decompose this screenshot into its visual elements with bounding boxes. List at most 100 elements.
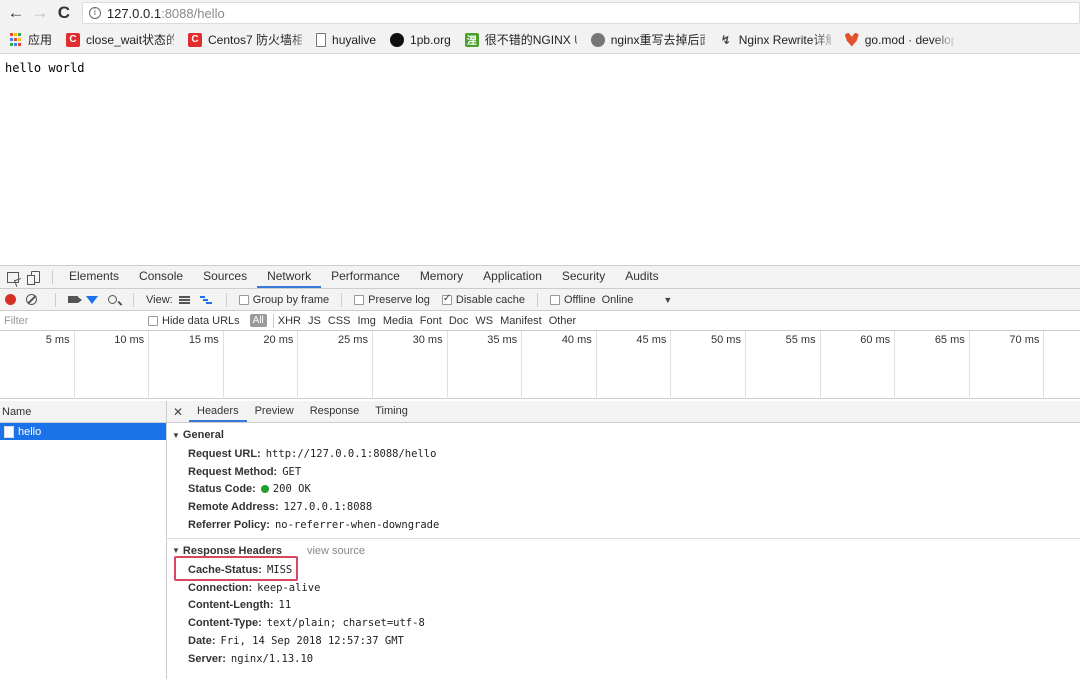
- rewrite-icon: ↯: [720, 32, 731, 47]
- device-icon: [26, 271, 40, 285]
- arrow-left-icon: ←: [7, 3, 25, 22]
- tab-application[interactable]: Application: [473, 266, 552, 288]
- tab-console[interactable]: Console: [129, 266, 193, 288]
- page-viewport: hello world: [0, 55, 1080, 265]
- info-icon[interactable]: i: [88, 7, 101, 19]
- bookmark-huyalive[interactable]: huyalive: [316, 32, 376, 47]
- tab-audits[interactable]: Audits: [615, 266, 668, 288]
- tab-timing[interactable]: Timing: [367, 401, 416, 422]
- timeline-tick-label: 70 ms: [1009, 334, 1040, 346]
- bookmark-close-wait[interactable]: C close_wait状态的产: [66, 31, 174, 48]
- filter-type-img[interactable]: Img: [357, 315, 375, 327]
- throttling-select[interactable]: Online ▼: [602, 294, 673, 306]
- bookmark-label: nginx重写去掉后面的: [610, 33, 705, 47]
- timeline-tick-label: 30 ms: [412, 334, 443, 346]
- tab-preview[interactable]: Preview: [247, 401, 302, 422]
- response-headers-section-header[interactable]: ▼ Response Headers view source: [167, 541, 1080, 561]
- checkbox-label: Disable cache: [455, 293, 525, 306]
- name-column-header[interactable]: Name: [0, 401, 166, 423]
- filter-type-media[interactable]: Media: [383, 315, 413, 327]
- checkbox-label: Group by frame: [252, 293, 330, 306]
- bookmark-apps[interactable]: 应用: [8, 31, 52, 48]
- divider: [272, 313, 274, 328]
- divider: [55, 292, 56, 307]
- bookmark-nginx-rewrite[interactable]: ↯ Nginx Rewrite详解: [719, 31, 831, 48]
- tab-response[interactable]: Response: [302, 401, 368, 422]
- filter-icon[interactable]: [86, 295, 98, 304]
- waterfall-icon[interactable]: [199, 295, 212, 304]
- bookmark-nginx-rewrite-cn[interactable]: nginx重写去掉后面的: [590, 31, 705, 48]
- divider: [225, 292, 227, 307]
- header-value: MISS: [266, 563, 293, 576]
- detail-tabbar: ✕ Headers Preview Response Timing: [167, 401, 1080, 423]
- view-source-link[interactable]: view source: [307, 545, 365, 557]
- header-key: Cache-Status:: [188, 563, 262, 576]
- disable-cache-checkbox[interactable]: Disable cache: [436, 293, 525, 306]
- header-key: Request URL:: [188, 447, 261, 460]
- screenshot-camera-icon[interactable]: [68, 296, 82, 303]
- offline-checkbox[interactable]: Offline: [544, 294, 596, 306]
- preserve-log-checkbox[interactable]: Preserve log: [348, 294, 430, 306]
- request-row-selected[interactable]: hello: [0, 423, 166, 440]
- close-icon[interactable]: ✕: [167, 401, 189, 422]
- tab-sources[interactable]: Sources: [193, 266, 257, 288]
- hide-data-urls-checkbox[interactable]: Hide data URLs: [144, 315, 240, 327]
- section-title: General: [182, 429, 224, 441]
- record-icon[interactable]: [5, 294, 16, 305]
- tab-performance[interactable]: Performance: [321, 266, 410, 288]
- document-icon: [4, 425, 14, 438]
- checkbox-box[interactable]: [238, 294, 249, 305]
- timeline-tick-label: 25 ms: [338, 334, 368, 346]
- page-text: hello world: [5, 61, 85, 75]
- bookmark-nginx-url[interactable]: 涅 很不错的NGINX URL: [464, 31, 577, 48]
- filter-type-ws[interactable]: WS: [475, 315, 493, 327]
- timeline-tick: 50 ms: [671, 331, 746, 399]
- clear-icon[interactable]: [26, 294, 37, 305]
- search-icon[interactable]: [108, 295, 117, 304]
- timeline-tick: 10 ms: [75, 331, 150, 399]
- timeline-tick-label: 35 ms: [487, 334, 518, 346]
- bookmark-1pb[interactable]: 1pb.org: [390, 32, 451, 47]
- checkbox-box-checked[interactable]: [441, 293, 452, 305]
- tab-headers[interactable]: Headers: [189, 401, 247, 422]
- bookmark-label: 应用: [28, 33, 53, 47]
- bookmark-label: Nginx Rewrite详解: [738, 33, 831, 47]
- general-section-header[interactable]: ▼ General: [167, 425, 1080, 445]
- checkbox-box[interactable]: [549, 294, 560, 305]
- device-toggle-button[interactable]: [24, 266, 46, 288]
- divider: [341, 292, 343, 307]
- tab-security[interactable]: Security: [552, 266, 615, 288]
- filter-type-font[interactable]: Font: [420, 315, 442, 327]
- group-by-frame-checkbox[interactable]: Group by frame: [233, 294, 329, 306]
- filter-type-js[interactable]: JS: [308, 315, 321, 327]
- checkbox-label: Hide data URLs: [162, 314, 240, 327]
- filter-type-all[interactable]: All: [249, 314, 267, 327]
- browser-toolbar: ← → C i 127.0.0.1:8088/hello: [0, 0, 1080, 26]
- timeline-overview[interactable]: 5 ms 10 ms 15 ms 20 ms 25 ms 30 ms 35 ms 40 ms 4…: [0, 331, 1080, 399]
- bookmark-go-mod[interactable]: go.mod · develop: [844, 32, 955, 47]
- filter-type-css[interactable]: CSS: [328, 315, 351, 327]
- timeline-tick: 55 ms: [746, 331, 821, 399]
- bookmark-centos7[interactable]: C Centos7 防火墙相关: [188, 31, 302, 48]
- forward-button[interactable]: →: [28, 1, 52, 25]
- filter-type-xhr[interactable]: XHR: [278, 315, 301, 327]
- inspect-element-button[interactable]: [2, 266, 24, 288]
- header-key: Remote Address:: [188, 501, 279, 514]
- filter-type-other[interactable]: Other: [549, 315, 577, 327]
- filter-type-manifest[interactable]: Manifest: [500, 315, 542, 327]
- large-rows-icon[interactable]: [178, 295, 190, 304]
- checkbox-box[interactable]: [148, 315, 158, 326]
- header-row: Remote Address: 127.0.0.1:8088: [167, 498, 1080, 516]
- filter-type-doc[interactable]: Doc: [449, 315, 469, 327]
- header-value: 200 OK: [272, 483, 311, 496]
- tab-network[interactable]: Network: [257, 266, 322, 288]
- filter-input[interactable]: [0, 311, 140, 330]
- checkbox-box[interactable]: [354, 294, 365, 305]
- arrow-right-icon: →: [31, 3, 49, 22]
- back-button[interactable]: ←: [4, 1, 28, 25]
- reload-button[interactable]: C: [52, 1, 76, 25]
- tab-memory[interactable]: Memory: [410, 266, 473, 288]
- throttling-value: Online: [601, 293, 634, 306]
- tab-elements[interactable]: Elements: [59, 266, 129, 288]
- address-bar[interactable]: i 127.0.0.1:8088/hello: [81, 2, 1080, 24]
